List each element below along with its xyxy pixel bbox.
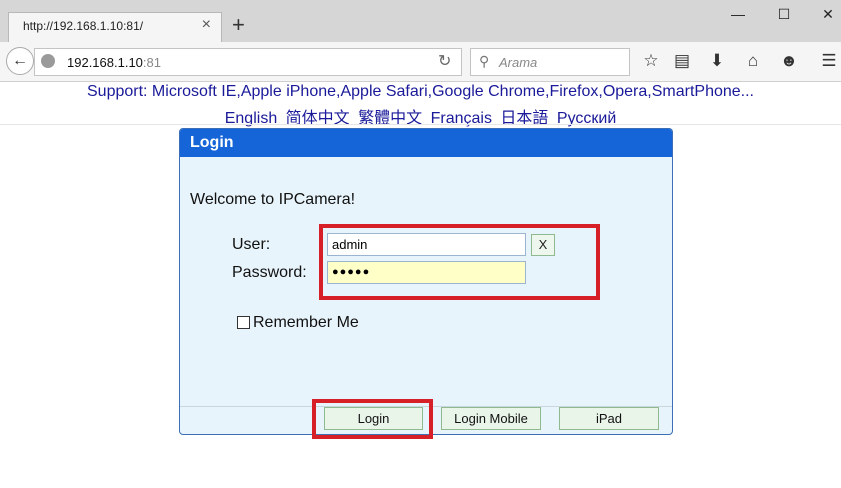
tab-title: http://192.168.1.10:81/	[23, 19, 144, 33]
login-mobile-button[interactable]: Login Mobile	[441, 407, 541, 430]
reader-icon[interactable]: ▤	[671, 51, 693, 71]
search-placeholder: Arama	[499, 55, 538, 70]
search-box[interactable]: ⚲ Arama	[470, 48, 630, 76]
smiley-icon[interactable]: ☻	[778, 51, 800, 71]
reload-icon[interactable]: ↻	[438, 51, 451, 71]
download-icon[interactable]: ⬇	[706, 51, 728, 71]
search-icon: ⚲	[479, 53, 490, 69]
remember-me-label: Remember Me	[253, 314, 359, 331]
credentials-highlight-box	[319, 224, 600, 300]
address-bar[interactable]: 192.168.1.10:81	[34, 48, 462, 76]
login-button-highlight-box	[312, 399, 433, 439]
divider	[0, 124, 841, 125]
ipad-button[interactable]: iPad	[559, 407, 659, 430]
tab-bar: http://192.168.1.10:81/ × + — ☐ ✕	[0, 0, 841, 42]
star-icon[interactable]: ☆	[640, 51, 662, 71]
close-window-icon[interactable]: ✕	[818, 6, 838, 23]
navigation-toolbar: ← 192.168.1.10:81 ↻ ⚲ Arama ☆ ▤ ⬇ ⌂ ☻ ☰	[0, 42, 841, 82]
url-text: 192.168.1.10:81	[67, 55, 161, 70]
user-label: User:	[232, 236, 271, 253]
home-icon[interactable]: ⌂	[742, 51, 764, 71]
browser-tab[interactable]: http://192.168.1.10:81/ ×	[8, 12, 222, 42]
tab-close-icon[interactable]: ×	[202, 16, 211, 34]
password-label: Password:	[232, 264, 307, 281]
minimize-icon[interactable]: —	[728, 6, 748, 22]
url-port: :81	[142, 55, 161, 70]
menu-icon[interactable]: ☰	[818, 51, 840, 71]
login-panel-title: Login	[180, 129, 672, 157]
back-icon[interactable]: ←	[6, 47, 34, 75]
new-tab-icon[interactable]: +	[232, 14, 245, 36]
url-host: 192.168.1.10	[67, 55, 143, 70]
support-text: Support: Microsoft IE,Apple iPhone,Apple…	[87, 83, 754, 100]
maximize-icon[interactable]: ☐	[774, 6, 794, 23]
welcome-text: Welcome to IPCamera!	[190, 191, 356, 208]
globe-icon	[41, 54, 55, 68]
remember-me-checkbox[interactable]	[237, 316, 250, 329]
